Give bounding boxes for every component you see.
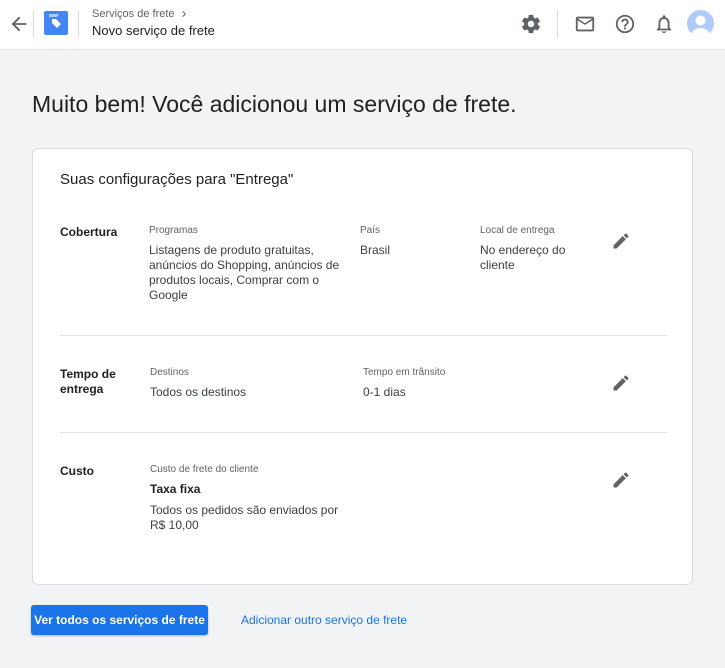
gear-icon[interactable] xyxy=(520,13,542,35)
page-title: Novo serviço de frete xyxy=(92,23,215,38)
country-label: País xyxy=(360,225,381,236)
cost-label: Custo xyxy=(60,464,94,478)
top-bar: Serviços de frete Novo serviço de frete xyxy=(0,0,725,50)
edit-delivery-time-pencil-icon[interactable] xyxy=(611,373,631,393)
transit-time-label: Tempo em trânsito xyxy=(363,367,446,378)
rate-type-value: Taxa fixa xyxy=(150,482,201,496)
card-title: Suas configurações para "Entrega" xyxy=(60,171,294,188)
coverage-label: Cobertura xyxy=(60,225,118,239)
success-heading: Muito bem! Você adicionou um serviço de … xyxy=(32,91,517,117)
chevron-right-icon xyxy=(181,11,186,17)
breadcrumb-label[interactable]: Serviços de frete xyxy=(92,8,175,20)
section-divider xyxy=(60,335,667,336)
transit-time-value: 0-1 dias xyxy=(363,385,406,399)
divider xyxy=(78,10,79,38)
user-avatar-icon xyxy=(690,15,711,37)
delivery-location-label: Local de entrega xyxy=(480,225,555,236)
help-icon[interactable] xyxy=(614,13,636,35)
destinations-value: Todos os destinos xyxy=(150,385,247,399)
destinations-label: Destinos xyxy=(150,367,189,378)
bell-icon[interactable] xyxy=(653,13,675,35)
programs-value: Listagens de produto gratuitas, anúncios… xyxy=(149,243,340,302)
back-arrow-icon[interactable] xyxy=(8,13,30,35)
merchant-center-logo xyxy=(44,11,68,35)
delivery-time-label: Tempo de entrega xyxy=(60,367,116,396)
cost-description: Todos os pedidos são enviados por R$ 10,… xyxy=(150,503,339,532)
divider xyxy=(33,10,34,38)
settings-card: Suas configurações para "Entrega" Cobert… xyxy=(32,148,693,585)
add-another-shipping-service-link[interactable]: Adicionar outro serviço de frete xyxy=(241,613,407,627)
view-all-shipping-services-button[interactable]: Ver todos os serviços de frete xyxy=(31,605,208,635)
programs-label: Programas xyxy=(149,225,198,236)
delivery-location-value: No endereço do cliente xyxy=(480,243,566,272)
edit-coverage-pencil-icon[interactable] xyxy=(611,231,631,251)
country-value: Brasil xyxy=(360,243,391,257)
divider xyxy=(557,10,558,38)
edit-cost-pencil-icon[interactable] xyxy=(611,470,631,490)
mail-icon[interactable] xyxy=(574,13,596,35)
avatar[interactable] xyxy=(687,10,714,37)
breadcrumb[interactable]: Serviços de frete xyxy=(92,8,190,20)
customer-cost-label: Custo de frete do cliente xyxy=(150,464,259,475)
section-divider xyxy=(60,432,667,433)
